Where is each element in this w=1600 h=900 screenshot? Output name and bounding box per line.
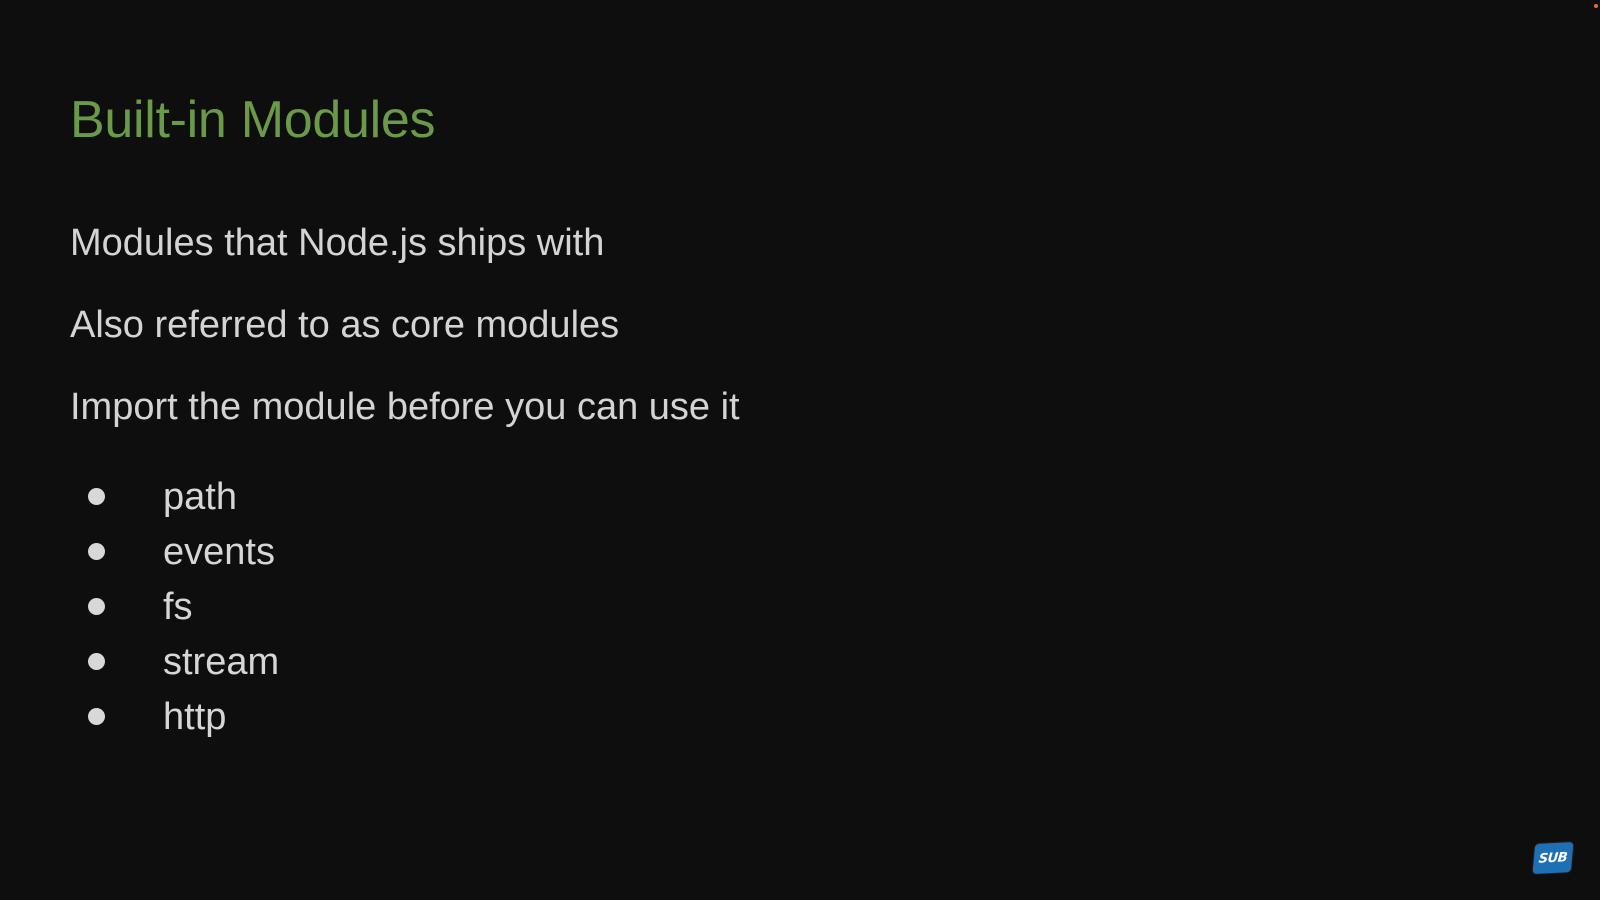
bullet-item: path: [88, 469, 279, 524]
slide-paragraph: Import the module before you can use it: [70, 386, 740, 428]
bullet-text: http: [163, 695, 227, 738]
module-bullet-list: path events fs stream http: [88, 469, 279, 744]
bullet-dot-icon: [88, 598, 105, 615]
bullet-dot-icon: [88, 543, 105, 560]
bullet-text: path: [163, 475, 237, 518]
slide-paragraph: Also referred to as core modules: [70, 304, 620, 346]
bullet-dot-icon: [88, 653, 105, 670]
bullet-item: events: [88, 524, 279, 579]
bullet-text: fs: [163, 585, 193, 628]
bullet-item: fs: [88, 579, 279, 634]
bullet-dot-icon: [88, 488, 105, 505]
bullet-text: events: [163, 530, 275, 573]
subscribe-badge-label: SUB: [1538, 849, 1568, 867]
presentation-slide: Built-in Modules Modules that Node.js sh…: [0, 0, 1600, 900]
bullet-text: stream: [163, 640, 280, 683]
subscribe-badge-icon[interactable]: SUB: [1532, 842, 1574, 874]
slide-title: Built-in Modules: [70, 91, 436, 149]
bullet-item: stream: [88, 634, 279, 689]
bullet-item: http: [88, 689, 279, 744]
slide-paragraph: Modules that Node.js ships with: [70, 222, 605, 264]
corner-indicator-dot: [1594, 4, 1598, 8]
bullet-dot-icon: [88, 708, 105, 725]
